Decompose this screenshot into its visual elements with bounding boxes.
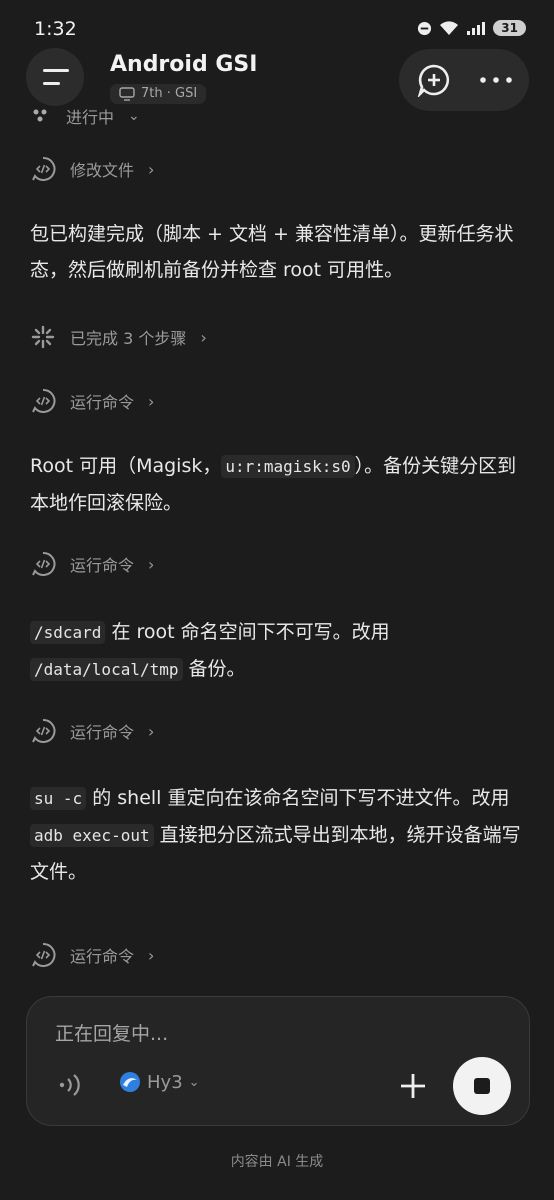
step-run-command[interactable]: 运行命令 › — [30, 551, 154, 577]
page-title: Android GSI — [110, 52, 258, 77]
status-bar: 1:32 31 — [0, 0, 554, 56]
battery-indicator: 31 — [493, 20, 526, 36]
chevron-right-icon: › — [148, 159, 155, 179]
assistant-message: su -c 的 shell 重定向在该命名空间下写不进文件。改用 adb exe… — [30, 787, 521, 883]
code-file-icon — [32, 942, 56, 967]
add-icon[interactable] — [399, 1072, 427, 1100]
step-label: 运行命令 — [70, 393, 135, 412]
step-completed[interactable]: 已完成 3 个步骤 › — [30, 324, 207, 350]
assistant-message: Root 可用（Magisk， u:r:magisk:s0 ）。备份关键分区到本地作… — [30, 455, 517, 514]
dnd-icon — [418, 21, 432, 35]
header-actions — [399, 49, 529, 111]
assistant-message: 包已构建完成（脚本 + 文档 + 兼容性清单）。更新任务状态，然后做刷机前备份并… — [30, 223, 514, 281]
chevron-down-icon: ⌄ — [128, 108, 140, 124]
menu-icon — [43, 69, 69, 72]
voice-icon[interactable] — [57, 1073, 83, 1097]
ai-disclaimer: 内容由 AI 生成 — [230, 1154, 324, 1170]
code-file-icon — [32, 551, 56, 576]
chevron-right-icon: › — [148, 945, 155, 965]
wifi-icon — [440, 20, 459, 35]
monitor-icon — [119, 86, 135, 101]
assistant-message: /sdcard 在 root 命名空间下不可写。改用 /data/local/t… — [30, 614, 525, 688]
model-logo-icon — [120, 1072, 140, 1092]
step-run-command[interactable]: 运行命令 › — [30, 388, 154, 414]
step-run-command[interactable]: 运行命令 › — [30, 942, 154, 968]
chevron-right-icon: › — [148, 391, 155, 411]
step-label: 运行命令 — [70, 556, 135, 575]
chevron-right-icon: › — [200, 327, 207, 347]
project-tag[interactable]: 7th · GSI — [110, 84, 207, 104]
signal-icon — [467, 21, 486, 35]
sparkle-icon — [31, 325, 55, 349]
step-label: 运行命令 — [70, 723, 135, 742]
stop-icon — [474, 1078, 490, 1094]
status-time: 1:32 — [34, 18, 77, 40]
code-file-icon — [32, 156, 56, 181]
chevron-right-icon: › — [148, 554, 155, 574]
loading-dots-icon — [33, 109, 47, 122]
model-name: Hy3 — [147, 1071, 183, 1093]
stop-button[interactable] — [453, 1057, 511, 1115]
step-label: 运行命令 — [70, 947, 135, 966]
progress-label: 进行中 — [66, 108, 115, 127]
project-tag-label: 7th · GSI — [141, 86, 198, 101]
composer: 正在回复中... Hy3 ⌄ — [26, 996, 530, 1126]
model-selector[interactable]: Hy3 ⌄ — [119, 1071, 200, 1093]
code-file-icon — [32, 388, 56, 413]
more-icon[interactable] — [479, 77, 513, 83]
step-label: 修改文件 — [70, 161, 135, 180]
new-chat-icon[interactable] — [417, 63, 451, 97]
message-input[interactable]: 正在回复中... — [55, 1019, 168, 1046]
step-run-command[interactable]: 运行命令 › — [30, 718, 154, 744]
code-file-icon — [32, 718, 56, 743]
step-label: 已完成 3 个步骤 — [70, 329, 187, 348]
progress-row[interactable]: 进行中 ⌄ — [30, 104, 140, 128]
chevron-right-icon: › — [148, 721, 155, 741]
step-edit-file[interactable]: 修改文件 › — [30, 156, 154, 182]
chevron-down-icon: ⌄ — [188, 1074, 200, 1090]
menu-button[interactable] — [26, 48, 84, 106]
